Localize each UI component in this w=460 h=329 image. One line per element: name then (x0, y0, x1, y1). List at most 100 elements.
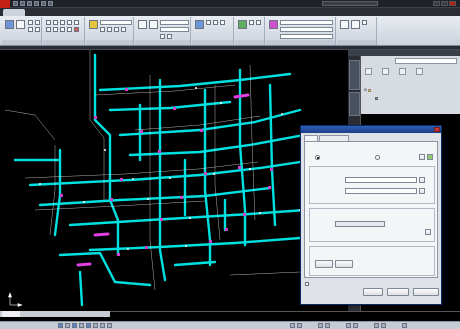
select-objects-icon[interactable] (419, 154, 425, 160)
insert-block-icon[interactable] (195, 20, 204, 29)
auto-export-checkbox[interactable] (305, 282, 309, 286)
model-space-icon[interactable] (290, 323, 295, 328)
copy-clip-icon[interactable] (362, 20, 367, 25)
search-input[interactable] (322, 1, 378, 6)
circle-icon[interactable] (28, 20, 33, 25)
edit-layer-icon[interactable] (382, 68, 389, 75)
delete-layer-icon[interactable] (399, 68, 406, 75)
layout-space-icon[interactable] (297, 323, 302, 328)
color-combo[interactable] (280, 20, 333, 25)
tab-online[interactable] (188, 9, 206, 16)
layer-tree-item[interactable] (375, 96, 455, 101)
tab-plugins[interactable] (170, 9, 186, 16)
lweight-icon[interactable] (107, 323, 112, 328)
table-icon[interactable] (160, 34, 165, 39)
new-layer-icon[interactable] (365, 68, 372, 75)
grid-icon[interactable] (65, 323, 70, 328)
text-icon[interactable] (138, 20, 147, 29)
tab-annotate[interactable] (56, 9, 80, 16)
fillet-icon[interactable] (53, 27, 58, 32)
match-properties-icon[interactable] (269, 20, 278, 29)
sidebar-tab-layers[interactable] (349, 60, 360, 90)
attribute-icon[interactable] (220, 20, 225, 25)
clean-screen-icon[interactable] (402, 323, 407, 328)
workspace-icon[interactable] (374, 323, 379, 328)
stretch-icon[interactable] (60, 27, 65, 32)
layer-lock-icon[interactable] (121, 27, 126, 32)
tab-model[interactable] (2, 311, 20, 317)
snap-icon[interactable] (58, 323, 63, 328)
trim-icon[interactable] (60, 20, 65, 25)
group-icon[interactable] (238, 20, 247, 29)
polar-icon[interactable] (79, 323, 84, 328)
ungroup-icon[interactable] (249, 20, 254, 25)
new-icon[interactable] (13, 1, 18, 6)
arc-icon[interactable] (35, 20, 40, 25)
layer-properties-icon[interactable] (89, 20, 98, 29)
tab-extra[interactable] (252, 9, 274, 16)
scale-icon[interactable] (67, 27, 72, 32)
minimize-button[interactable] (433, 1, 440, 6)
sidebar-tab-properties[interactable] (349, 92, 360, 116)
layer-freeze-icon[interactable] (114, 27, 119, 32)
undo-icon[interactable] (34, 1, 39, 6)
drawing-area[interactable] (0, 50, 348, 311)
tab-output[interactable] (148, 9, 168, 16)
ortho-icon[interactable] (72, 323, 77, 328)
current-layer-select[interactable] (395, 58, 457, 64)
layer-tree-root[interactable]: ⊟ (364, 88, 454, 93)
tab-manage[interactable] (124, 9, 146, 16)
leader-icon[interactable] (167, 34, 172, 39)
layer-off-icon[interactable] (100, 27, 105, 32)
text-style-combo[interactable] (160, 20, 189, 25)
tab-layout2[interactable] (42, 311, 62, 317)
tab-insert[interactable] (26, 9, 54, 16)
otrack-icon[interactable] (93, 323, 98, 328)
pan-icon[interactable] (318, 323, 323, 328)
open-icon[interactable] (20, 1, 25, 6)
layer-combo[interactable] (100, 20, 132, 25)
tab-layout1[interactable] (21, 311, 41, 317)
dyn-icon[interactable] (100, 323, 105, 328)
save-options-button[interactable] (335, 260, 353, 268)
hatch-icon[interactable] (35, 27, 40, 32)
maximize-button[interactable] (441, 1, 448, 6)
file-type-dropdown-icon[interactable] (419, 188, 425, 194)
redo-icon[interactable] (41, 1, 46, 6)
annotation-visibility-icon[interactable] (353, 323, 358, 328)
lock-icon[interactable] (381, 323, 386, 328)
tab-home[interactable] (3, 9, 25, 16)
browse-icon[interactable] (419, 177, 425, 183)
plot-icon[interactable] (48, 1, 53, 6)
layer-isolate-icon[interactable] (107, 27, 112, 32)
line-icon[interactable] (5, 20, 14, 29)
ok-button[interactable] (363, 288, 383, 296)
edit-block-icon[interactable] (213, 20, 218, 25)
rectangle-icon[interactable] (28, 27, 33, 32)
radio-all-objects[interactable] (315, 155, 320, 160)
load-options-button[interactable] (315, 260, 333, 268)
save-icon[interactable] (27, 1, 32, 6)
osnap-icon[interactable] (86, 323, 91, 328)
topology-select[interactable] (335, 221, 385, 227)
help-button[interactable] (413, 288, 439, 296)
quick-select-icon[interactable] (427, 154, 433, 160)
close-button[interactable] (449, 1, 456, 6)
tab-view[interactable] (106, 9, 122, 16)
tab-express[interactable] (208, 9, 230, 16)
polyline-icon[interactable] (16, 20, 25, 29)
radio-select-objects[interactable] (375, 155, 380, 160)
copy-icon[interactable] (67, 20, 72, 25)
dialog-close-button[interactable] (434, 127, 440, 132)
lineweight-combo[interactable] (280, 34, 333, 39)
linetype-combo[interactable] (280, 27, 333, 32)
annotation-scale-icon[interactable] (346, 323, 351, 328)
rotate-icon[interactable] (53, 20, 58, 25)
file-name-input[interactable] (345, 177, 417, 183)
zoom-icon[interactable] (325, 323, 330, 328)
paste-icon[interactable] (351, 20, 360, 29)
measure-icon[interactable] (340, 20, 349, 29)
file-type-input[interactable] (345, 188, 417, 194)
dim-style-combo[interactable] (160, 27, 189, 32)
move-icon[interactable] (46, 20, 51, 25)
